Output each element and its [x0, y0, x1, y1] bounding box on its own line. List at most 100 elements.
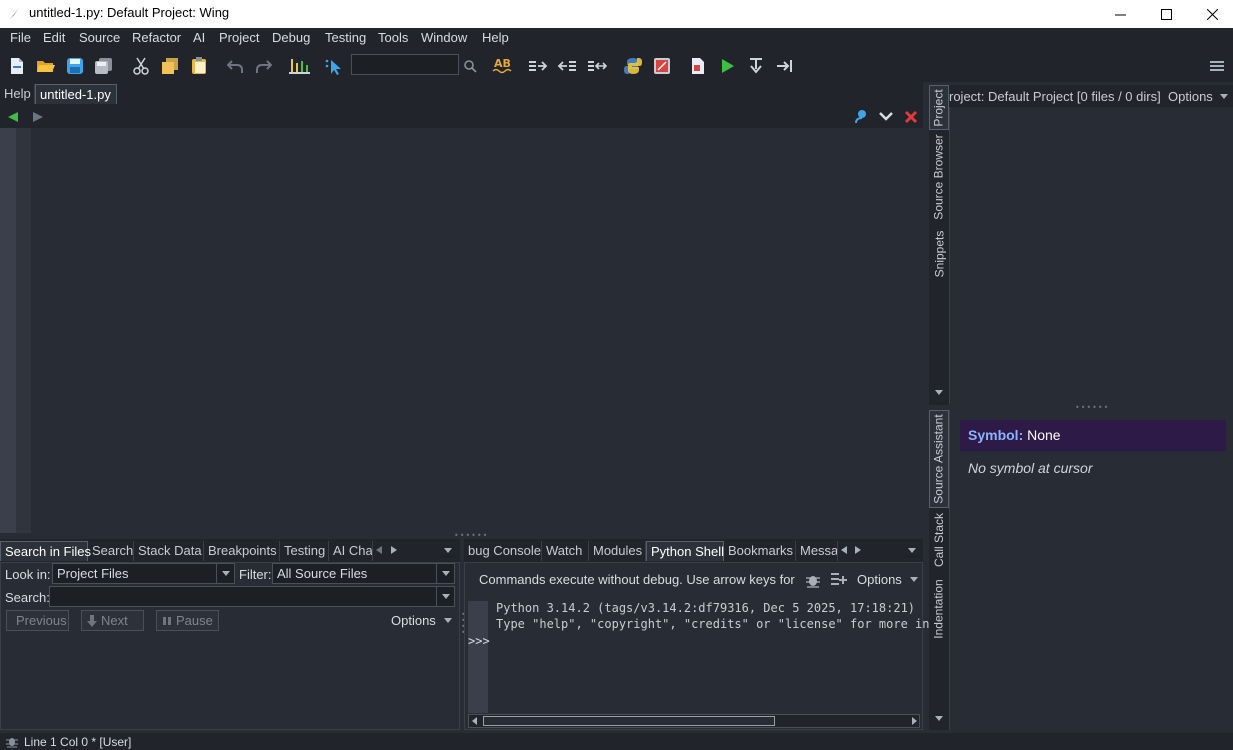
close-window-button[interactable] — [1189, 0, 1233, 28]
symbol-label: Symbol: — [968, 427, 1024, 443]
tab-scroll-left-icon-2[interactable] — [840, 545, 848, 555]
vtab-scroll-down-icon-2[interactable] — [934, 715, 944, 723]
run-button[interactable] — [716, 55, 738, 77]
menu-edit[interactable]: Edit — [43, 30, 65, 45]
vtab-snippets[interactable]: Snippets — [929, 225, 949, 283]
add-list-icon[interactable] — [831, 572, 847, 586]
tab-scroll-right-icon-2[interactable] — [854, 545, 862, 555]
step-into-button[interactable] — [745, 55, 767, 77]
cut-button[interactable] — [130, 55, 152, 77]
menu-source[interactable]: Source — [79, 30, 120, 45]
arrow-down-icon — [87, 614, 97, 627]
close-editor-icon[interactable] — [904, 110, 918, 124]
title-bar: untitled-1.py: Default Project: Wing — [0, 0, 1233, 28]
indent-toggle-button[interactable] — [586, 55, 608, 77]
tab-scroll-left-icon[interactable] — [375, 545, 383, 555]
new-file-button[interactable] — [6, 55, 28, 77]
back-arrow-icon[interactable] — [7, 111, 19, 123]
menu-file[interactable]: File — [10, 30, 31, 45]
tab-breakpoints[interactable]: Breakpoints — [204, 541, 280, 561]
python-env-icon[interactable] — [854, 109, 868, 125]
vtab-project[interactable]: Project — [929, 85, 949, 130]
tab-messages[interactable]: Messa — [796, 541, 838, 561]
copy-button[interactable] — [159, 55, 181, 77]
previous-button[interactable]: Previous — [6, 610, 69, 631]
menu-ai[interactable]: AI — [193, 30, 205, 45]
forward-arrow-icon[interactable] — [32, 111, 44, 123]
vtab-source-browser[interactable]: Source Browser — [929, 131, 949, 223]
paste-button[interactable] — [188, 55, 210, 77]
vtab-indentation[interactable]: Indentation — [929, 572, 949, 646]
options-dropdown-icon — [444, 618, 452, 623]
look-in-select[interactable]: Project Files — [52, 563, 235, 584]
tab-scroll-right-icon[interactable] — [390, 545, 398, 555]
vtab-call-stack[interactable]: Call Stack — [929, 510, 949, 570]
page-button[interactable] — [687, 55, 709, 77]
tab-ai-chat[interactable]: AI Cha — [329, 541, 373, 561]
code-editor[interactable] — [0, 128, 923, 533]
shell-horizontal-scrollbar[interactable] — [468, 714, 920, 728]
python-button[interactable] — [622, 55, 644, 77]
pause-button[interactable]: Pause — [156, 610, 219, 631]
vtab-scroll-down-icon[interactable] — [934, 389, 944, 397]
tab-search-in-files[interactable]: Search in Files — [0, 541, 91, 561]
symbol-value: None — [1027, 427, 1061, 443]
search-field[interactable] — [49, 586, 455, 607]
indent-icon — [529, 61, 548, 71]
project-options-button[interactable]: Options — [1168, 89, 1213, 104]
minimize-button[interactable] — [1097, 0, 1143, 28]
redo-button[interactable] — [253, 55, 275, 77]
indent-guides-button[interactable] — [289, 55, 311, 77]
debug-bug-icon[interactable] — [805, 572, 821, 588]
stop-button[interactable] — [651, 55, 673, 77]
select-pointer-button[interactable] — [324, 55, 346, 77]
step-into-icon — [750, 58, 762, 74]
main-menu-button[interactable] — [1206, 55, 1228, 77]
menu-tools[interactable]: Tools — [378, 30, 408, 45]
open-button[interactable] — [35, 55, 57, 77]
menu-debug[interactable]: Debug — [272, 30, 310, 45]
menu-project[interactable]: Project — [219, 30, 259, 45]
scrollbar-thumb[interactable] — [483, 716, 775, 726]
menu-refactor[interactable]: Refactor — [132, 30, 181, 45]
scroll-left-icon[interactable] — [471, 717, 479, 725]
menu-help[interactable]: Help — [482, 30, 509, 45]
tab-search[interactable]: Search — [88, 541, 134, 561]
tab-help[interactable]: Help — [0, 84, 35, 104]
filter-select[interactable]: All Source Files — [272, 563, 455, 584]
menu-testing[interactable]: Testing — [325, 30, 366, 45]
next-button[interactable]: Next — [81, 610, 144, 631]
tab-testing[interactable]: Testing — [280, 541, 329, 561]
tab-stack-data[interactable]: Stack Data — [134, 541, 204, 561]
tab-debug-console[interactable]: bug Console — [464, 541, 542, 561]
dedent-button[interactable] — [556, 55, 578, 77]
menu-window[interactable]: Window — [421, 30, 467, 45]
tab-untitled-1[interactable]: untitled-1.py — [35, 84, 117, 104]
toolbar-search-input[interactable] — [351, 54, 459, 75]
toolbar-search-button[interactable] — [459, 55, 481, 77]
project-tree[interactable] — [949, 107, 1233, 404]
search-options-button[interactable]: Options — [391, 613, 436, 628]
save-button[interactable] — [64, 55, 86, 77]
tab-modules[interactable]: Modules — [589, 541, 646, 561]
shell-info-text: Commands execute without debug. Use arro… — [479, 572, 795, 587]
indent-button[interactable] — [527, 55, 549, 77]
tab-python-shell[interactable]: Python Shell — [646, 541, 724, 561]
maximize-button[interactable] — [1143, 0, 1189, 28]
editor-tab-bar: Help untitled-1.py — [0, 82, 923, 106]
scroll-right-icon[interactable] — [910, 717, 918, 725]
look-in-dropdown — [216, 564, 234, 583]
vtab-source-assistant[interactable]: Source Assistant — [929, 410, 949, 508]
tab-watch[interactable]: Watch — [542, 541, 589, 561]
tab-menu-dropdown-icon-2[interactable] — [908, 548, 916, 553]
chevron-down-icon[interactable] — [879, 111, 893, 123]
step-out-button[interactable] — [774, 55, 796, 77]
tab-bookmarks[interactable]: Bookmarks — [724, 541, 796, 561]
vtab-call-stack-label: Call Stack — [932, 512, 946, 568]
tab-menu-dropdown-icon[interactable] — [444, 548, 452, 553]
save-all-button[interactable] — [93, 55, 115, 77]
spellcheck-button[interactable]: AB — [492, 55, 516, 77]
undo-button[interactable] — [224, 55, 246, 77]
shell-options-button[interactable]: Options — [857, 572, 902, 587]
look-in-value: Project Files — [57, 566, 129, 581]
